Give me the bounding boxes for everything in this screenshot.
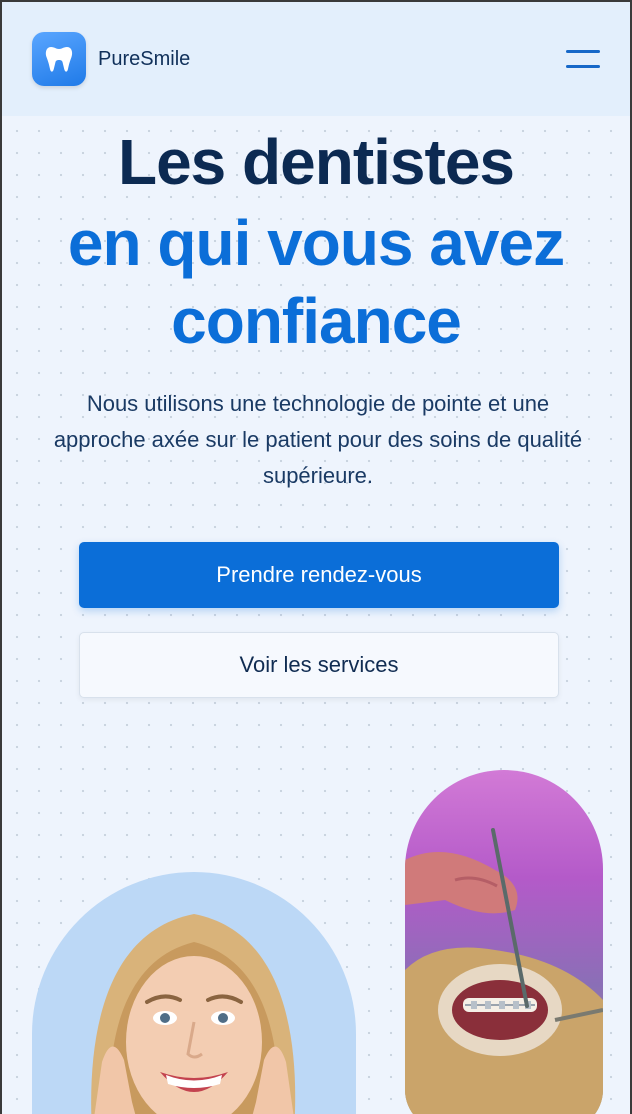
hero-subtitle: Nous utilisons une technologie de pointe… — [53, 391, 583, 488]
hamburger-menu-icon[interactable] — [566, 46, 600, 72]
book-appointment-button[interactable]: Prendre rendez-vous — [79, 542, 559, 608]
smiling-woman-photo — [32, 872, 356, 1114]
brand-name[interactable]: PureSmile — [98, 48, 190, 71]
hero-title: Les dentistes en qui vous avez confiance — [2, 120, 630, 360]
hero-title-line-3: confiance — [171, 285, 462, 357]
tooth-icon[interactable] — [32, 32, 86, 86]
dental-braces-treatment-photo — [405, 770, 603, 1114]
view-services-button[interactable]: Voir les services — [79, 632, 559, 698]
top-header: PureSmile — [2, 2, 630, 116]
hero-title-line-1: Les dentistes — [117, 126, 515, 198]
hero-title-line-2: en qui vous avez — [67, 207, 565, 279]
